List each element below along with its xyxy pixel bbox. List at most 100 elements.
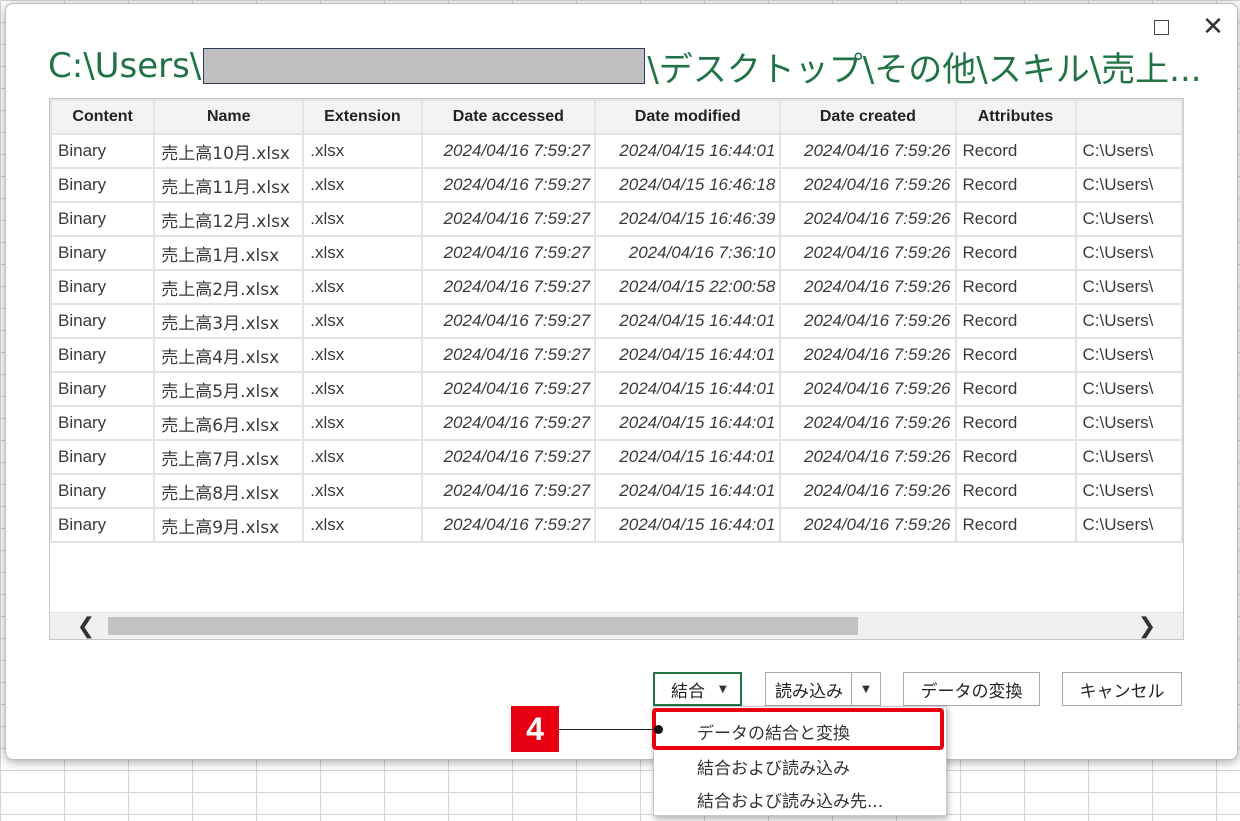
- cell-attributes: Record: [954, 133, 1077, 169]
- cell-date-modified: 2024/04/16 7:36:10: [594, 235, 782, 271]
- column-header[interactable]: Attributes: [954, 99, 1077, 135]
- cell-extension: .xlsx: [302, 439, 423, 475]
- cell-extension: .xlsx: [302, 473, 423, 509]
- cell-content: Binary: [50, 201, 156, 237]
- cell-date-created: 2024/04/16 7:59:26: [779, 405, 957, 441]
- column-header[interactable]: [1074, 99, 1183, 135]
- cell-date-modified: 2024/04/15 16:44:01: [594, 439, 782, 475]
- cell-attributes: Record: [954, 167, 1077, 203]
- table-row[interactable]: Binary 売上高4月.xlsx .xlsx 2024/04/16 7:59:27 2…: [50, 337, 1183, 373]
- cell-extension: .xlsx: [302, 371, 423, 407]
- cell-name: 売上高7月.xlsx: [153, 439, 305, 475]
- cell-date-modified: 2024/04/15 16:44:01: [594, 507, 782, 543]
- transform-data-button[interactable]: データの変換: [903, 672, 1040, 706]
- chevron-down-icon: ▼: [719, 683, 727, 695]
- load-label: 読み込み: [775, 681, 843, 702]
- file-list-grid: Content Name Extension Date accessed Dat…: [49, 98, 1184, 640]
- table-row[interactable]: Binary 売上高12月.xlsx .xlsx 2024/04/16 7:59:27…: [50, 201, 1183, 237]
- horizontal-scrollbar[interactable]: ❮ ❯: [50, 612, 1183, 639]
- combine-button[interactable]: 結合 ▼: [653, 672, 742, 706]
- cell-date-modified: 2024/04/15 22:00:58: [594, 269, 782, 305]
- column-header[interactable]: Date created: [779, 99, 957, 135]
- scrollbar-thumb[interactable]: [108, 617, 858, 635]
- cell-extension: .xlsx: [302, 303, 423, 339]
- scroll-right-icon[interactable]: ❯: [1131, 613, 1163, 639]
- cell-date-created: 2024/04/16 7:59:26: [779, 201, 957, 237]
- cell-content: Binary: [50, 167, 156, 203]
- cell-extension: .xlsx: [302, 507, 423, 543]
- cell-extension: .xlsx: [302, 269, 423, 305]
- table-row[interactable]: Binary 売上高5月.xlsx .xlsx 2024/04/16 7:59:27 2…: [50, 371, 1183, 407]
- cell-date-modified: 2024/04/15 16:46:39: [594, 201, 782, 237]
- cell-date-modified: 2024/04/15 16:44:01: [594, 303, 782, 339]
- column-header[interactable]: Date accessed: [420, 99, 597, 135]
- table-row[interactable]: Binary 売上高7月.xlsx .xlsx 2024/04/16 7:59:27 2…: [50, 439, 1183, 475]
- cell-date-created: 2024/04/16 7:59:26: [779, 303, 957, 339]
- table-row[interactable]: Binary 売上高3月.xlsx .xlsx 2024/04/16 7:59:27 2…: [50, 303, 1183, 339]
- step-number-badge: 4: [511, 706, 559, 752]
- load-dropdown-button[interactable]: ▼: [851, 672, 881, 706]
- cell-content: Binary: [50, 507, 156, 543]
- cell-date-accessed: 2024/04/16 7:59:27: [420, 507, 597, 543]
- column-header[interactable]: Content: [50, 99, 156, 135]
- close-button[interactable]: ✕: [1196, 12, 1230, 42]
- table-row[interactable]: Binary 売上高9月.xlsx .xlsx 2024/04/16 7:59:27 2…: [50, 507, 1183, 543]
- cell-date-modified: 2024/04/15 16:44:01: [594, 133, 782, 169]
- table-row[interactable]: Binary 売上高1月.xlsx .xlsx 2024/04/16 7:59:27 2…: [50, 235, 1183, 271]
- cell-extension: .xlsx: [302, 201, 423, 237]
- cell-date-created: 2024/04/16 7:59:26: [779, 235, 957, 271]
- column-header[interactable]: Extension: [302, 99, 423, 135]
- cell-folder-path: C:\Users\: [1074, 133, 1183, 169]
- cell-date-accessed: 2024/04/16 7:59:27: [420, 371, 597, 407]
- cell-attributes: Record: [954, 405, 1077, 441]
- cell-date-created: 2024/04/16 7:59:26: [779, 507, 957, 543]
- path-suffix: \デスクトップ\その他\スキル\売上...: [647, 49, 1202, 90]
- cell-date-accessed: 2024/04/16 7:59:27: [420, 235, 597, 271]
- cell-content: Binary: [50, 269, 156, 305]
- table-row[interactable]: Binary 売上高10月.xlsx .xlsx 2024/04/16 7:59:27…: [50, 133, 1183, 169]
- scroll-left-icon[interactable]: ❮: [70, 613, 102, 639]
- maximize-button[interactable]: [1144, 12, 1178, 42]
- cell-folder-path: C:\Users\: [1074, 439, 1183, 475]
- cell-name: 売上高4月.xlsx: [153, 337, 305, 373]
- transform-label: データの変換: [920, 681, 1023, 702]
- redacted-username: [203, 48, 646, 84]
- menu-item-combine-load[interactable]: 結合および読み込み: [697, 754, 850, 779]
- load-button[interactable]: 読み込み: [765, 672, 852, 706]
- cancel-button[interactable]: キャンセル: [1062, 672, 1182, 706]
- cell-folder-path: C:\Users\: [1074, 167, 1183, 203]
- cell-date-created: 2024/04/16 7:59:26: [779, 439, 957, 475]
- cell-name: 売上高10月.xlsx: [153, 133, 305, 169]
- cell-date-modified: 2024/04/15 16:44:01: [594, 473, 782, 509]
- menu-item-combine-load-to[interactable]: 結合および読み込み先...: [697, 787, 883, 812]
- table-row[interactable]: Binary 売上高2月.xlsx .xlsx 2024/04/16 7:59:27 2…: [50, 269, 1183, 305]
- cell-date-created: 2024/04/16 7:59:26: [779, 133, 957, 169]
- cell-name: 売上高11月.xlsx: [153, 167, 305, 203]
- cell-date-accessed: 2024/04/16 7:59:27: [420, 269, 597, 305]
- cell-content: Binary: [50, 235, 156, 271]
- cell-date-modified: 2024/04/15 16:44:01: [594, 371, 782, 407]
- cell-folder-path: C:\Users\: [1074, 269, 1183, 305]
- cell-attributes: Record: [954, 269, 1077, 305]
- table-row[interactable]: Binary 売上高6月.xlsx .xlsx 2024/04/16 7:59:27 2…: [50, 405, 1183, 441]
- cell-folder-path: C:\Users\: [1074, 507, 1183, 543]
- cell-attributes: Record: [954, 235, 1077, 271]
- table-row[interactable]: Binary 売上高8月.xlsx .xlsx 2024/04/16 7:59:27 2…: [50, 473, 1183, 509]
- cell-attributes: Record: [954, 303, 1077, 339]
- cell-content: Binary: [50, 405, 156, 441]
- table-row[interactable]: Binary 売上高11月.xlsx .xlsx 2024/04/16 7:59:27…: [50, 167, 1183, 203]
- column-header[interactable]: Name: [153, 99, 305, 135]
- cell-name: 売上高9月.xlsx: [153, 507, 305, 543]
- file-table: Content Name Extension Date accessed Dat…: [50, 99, 1183, 543]
- cancel-label: キャンセル: [1079, 681, 1165, 702]
- cell-name: 売上高2月.xlsx: [153, 269, 305, 305]
- cell-date-modified: 2024/04/15 16:44:01: [594, 405, 782, 441]
- cell-name: 売上高6月.xlsx: [153, 405, 305, 441]
- column-header[interactable]: Date modified: [594, 99, 782, 135]
- cell-name: 売上高1月.xlsx: [153, 235, 305, 271]
- cell-folder-path: C:\Users\: [1074, 201, 1183, 237]
- cell-date-accessed: 2024/04/16 7:59:27: [420, 473, 597, 509]
- cell-content: Binary: [50, 371, 156, 407]
- cell-attributes: Record: [954, 371, 1077, 407]
- annotation-callout-line: [559, 729, 659, 730]
